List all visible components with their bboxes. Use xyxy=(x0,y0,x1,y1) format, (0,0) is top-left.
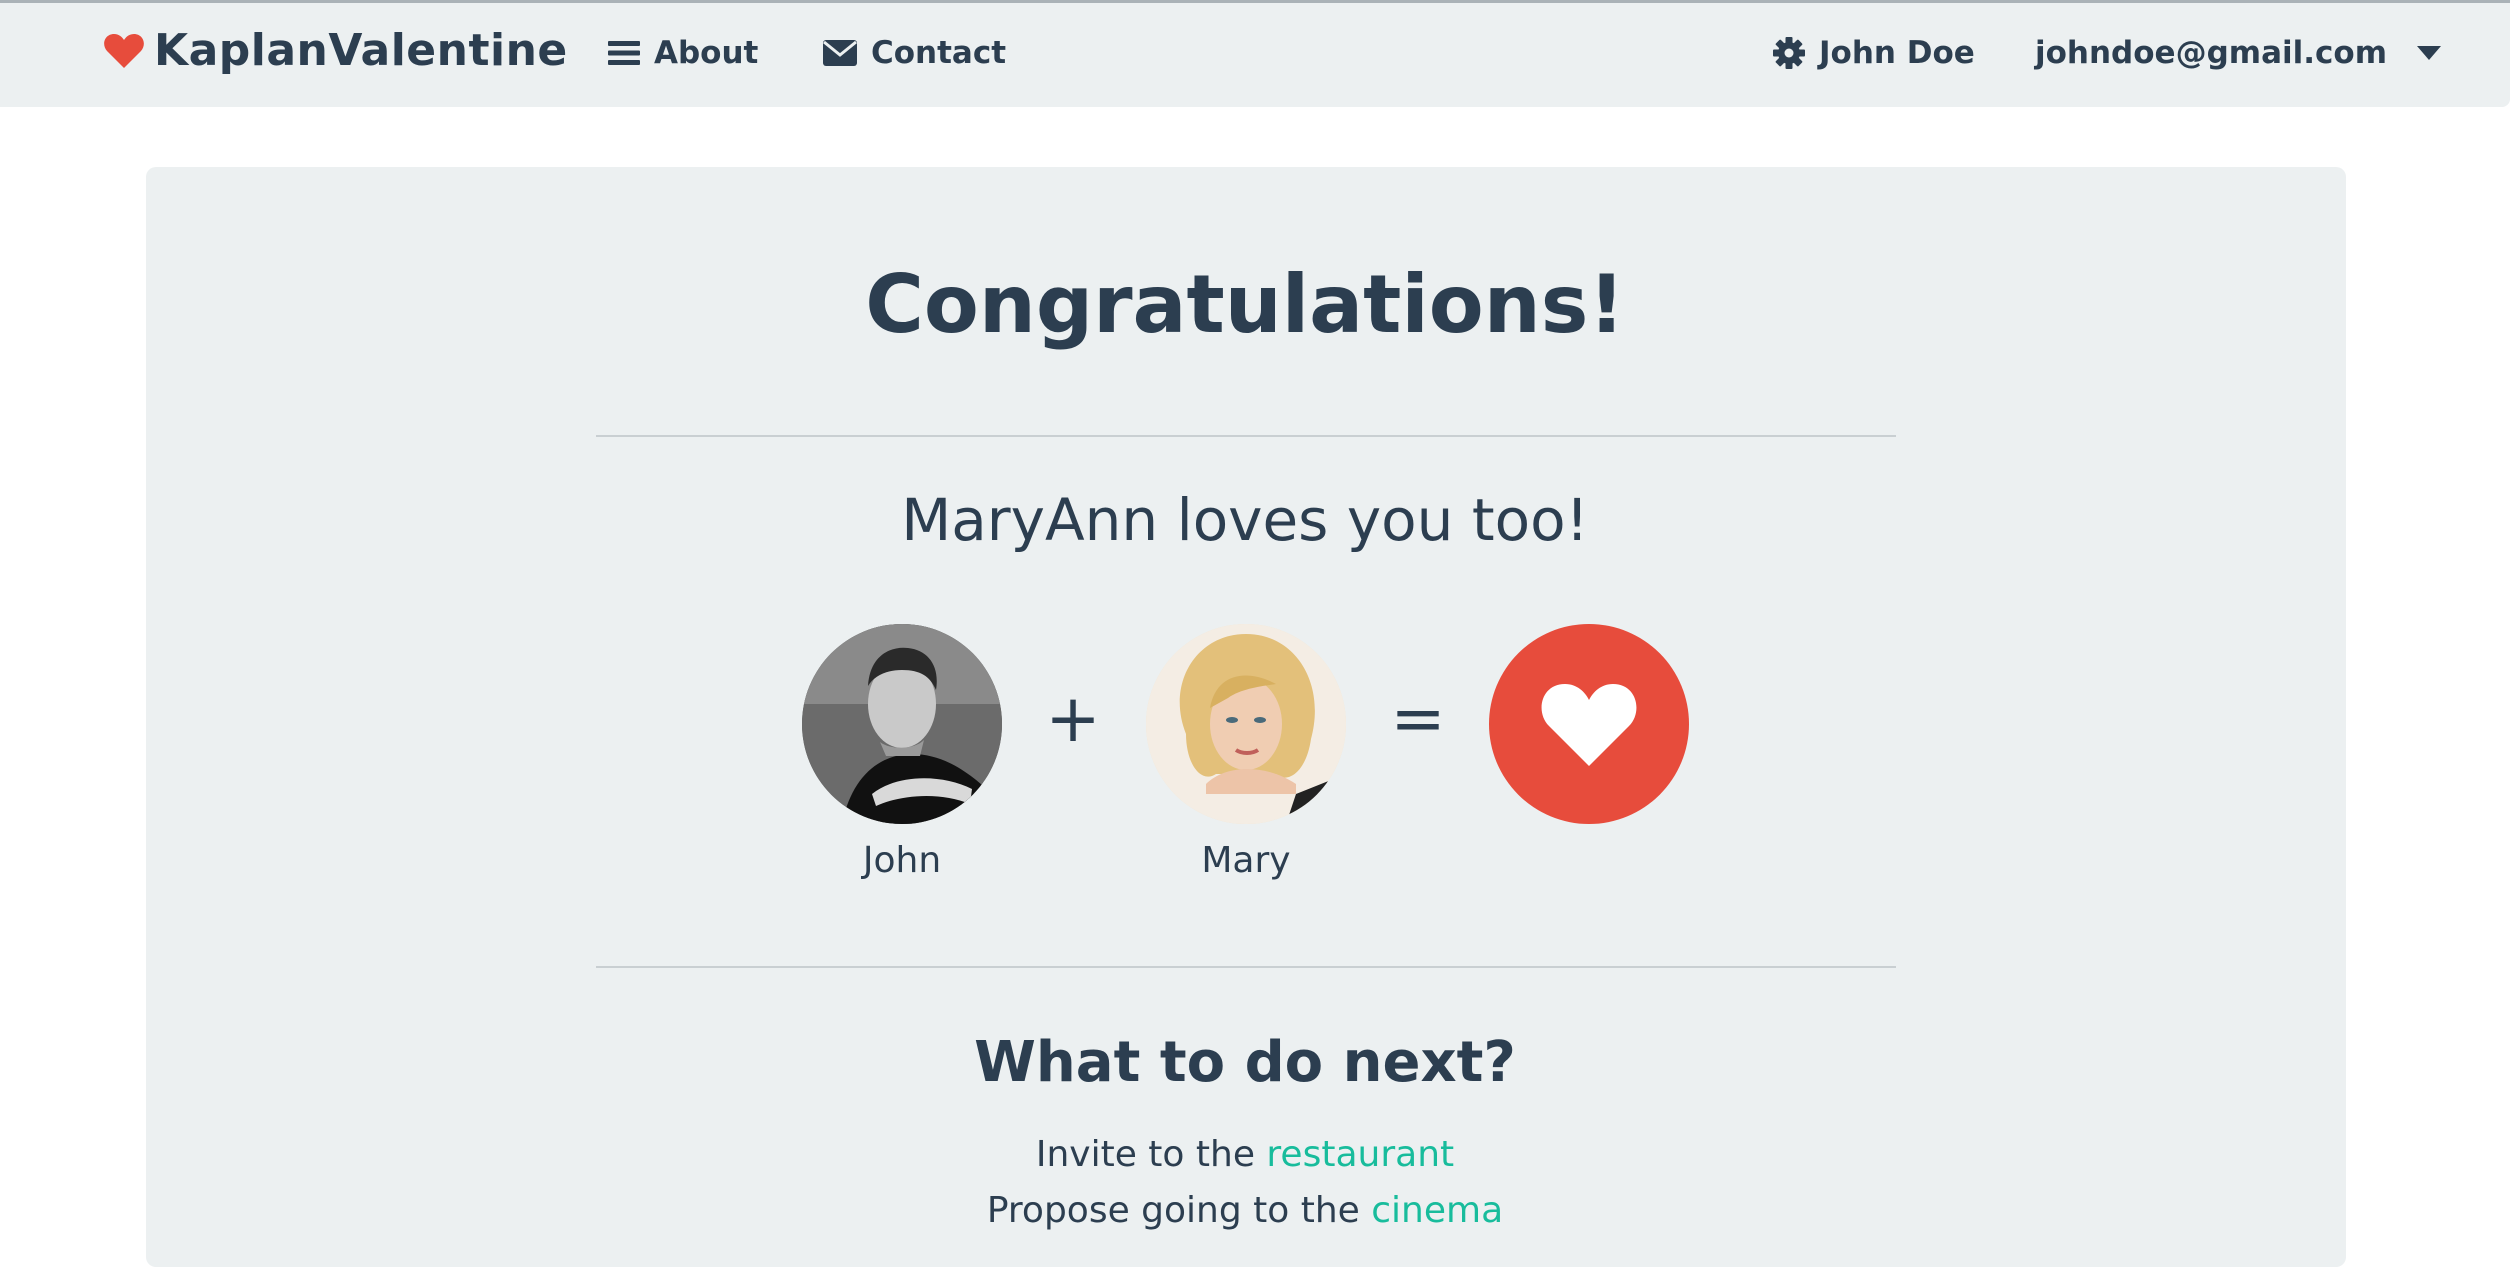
heart-icon xyxy=(1539,680,1639,768)
brand-link[interactable]: KaplanValentine xyxy=(104,25,568,76)
restaurant-link[interactable]: restaurant xyxy=(1266,1134,1454,1175)
equals-sign: = xyxy=(1390,680,1446,757)
bars-icon xyxy=(608,39,640,67)
plus-sign: + xyxy=(1045,680,1101,757)
gear-icon xyxy=(1773,37,1805,69)
envelope-icon xyxy=(823,40,857,66)
person-name-john: John xyxy=(862,840,942,881)
divider-bottom xyxy=(596,966,1896,968)
avatar-john xyxy=(802,624,1002,824)
account-email-label: johndoe@gmail.com xyxy=(2035,35,2387,71)
avatar-mary xyxy=(1146,624,1346,824)
nav-contact-label: Contact xyxy=(871,35,1007,71)
divider-top xyxy=(596,435,1896,437)
heart-icon xyxy=(104,33,144,69)
suggestion-text: Invite to the xyxy=(1035,1134,1267,1175)
account-dropdown[interactable]: johndoe@gmail.com xyxy=(2035,35,2441,71)
nav-contact[interactable]: Contact xyxy=(823,35,1006,71)
caret-down-icon xyxy=(2417,45,2441,61)
cinema-link[interactable]: cinema xyxy=(1371,1190,1503,1231)
next-steps-title: What to do next? xyxy=(974,1030,1516,1095)
person-name-mary: Mary xyxy=(1201,840,1291,881)
navbar: KaplanValentine About Contact John Doe j… xyxy=(0,3,2510,107)
nav-user-label: John Doe xyxy=(1819,35,1975,71)
suggestion-restaurant: Invite to the restaurant xyxy=(0,1134,2490,1175)
page-title: Congratulations! xyxy=(865,258,1625,351)
suggestion-cinema: Propose going to the cinema xyxy=(0,1190,2490,1231)
nav-user-settings[interactable]: John Doe xyxy=(1773,35,1975,71)
suggestion-text: Propose going to the xyxy=(986,1190,1372,1231)
match-message: MaryAnn loves you too! xyxy=(901,486,1589,554)
brand-name: KaplanValentine xyxy=(154,25,568,76)
match-heart-badge xyxy=(1489,624,1689,824)
nav-about-label: About xyxy=(654,35,759,71)
nav-about[interactable]: About xyxy=(608,35,758,71)
